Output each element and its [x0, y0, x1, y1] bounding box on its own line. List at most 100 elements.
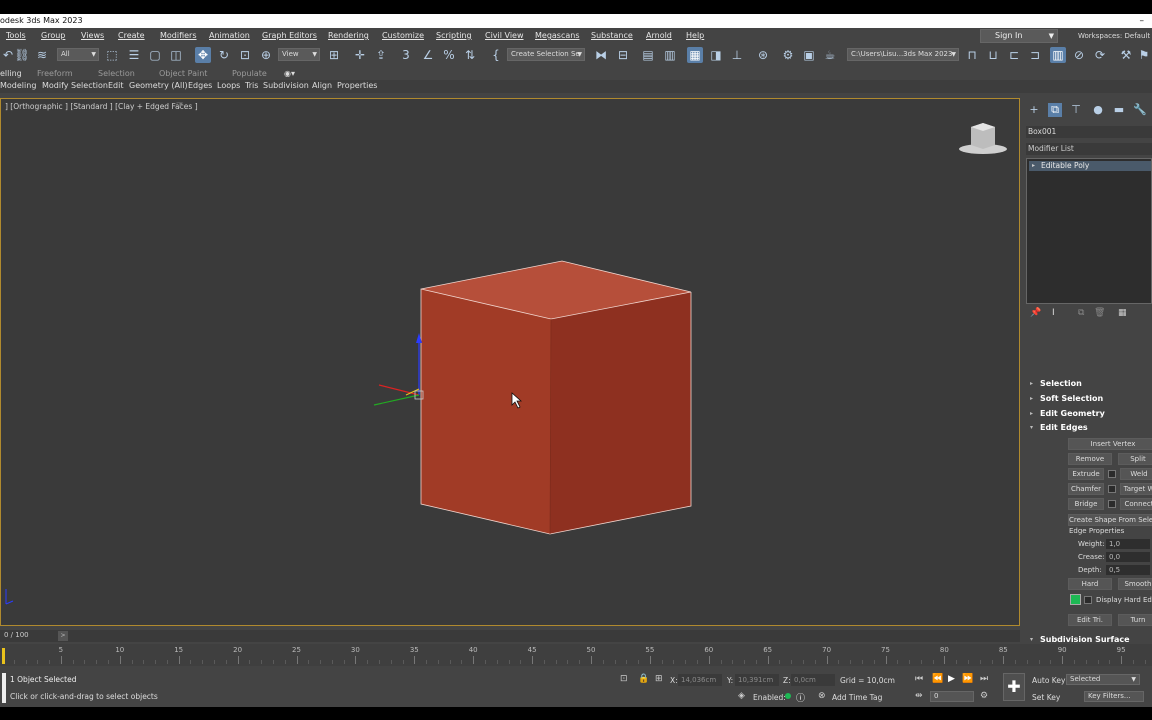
split-button[interactable]: Split — [1118, 453, 1152, 465]
window-crossing-icon[interactable]: ◫ — [168, 47, 184, 63]
refresh-icon[interactable]: ⟳ — [1092, 47, 1108, 63]
hierarchy-tab-icon[interactable]: ⊤ — [1069, 103, 1083, 117]
rollout-edit-edges[interactable]: ▾ Edit Edges — [1028, 422, 1152, 434]
rendered-frame-window-icon[interactable]: ▣ — [801, 47, 817, 63]
y-coordinate-field[interactable]: 10,391cm — [735, 674, 779, 686]
reference-coordinate-dropdown[interactable]: View ▼ — [278, 48, 320, 61]
schematic-view-icon[interactable]: ⊥ — [729, 47, 745, 63]
crease-spinner[interactable]: 0,0 — [1106, 552, 1150, 562]
cube-left-face[interactable] — [421, 289, 551, 534]
absolute-mode-icon[interactable]: ⊞ — [655, 674, 663, 684]
auto-key-button[interactable]: Auto Key — [1032, 676, 1065, 685]
info-icon[interactable]: ⓘ — [796, 691, 805, 704]
previous-frame-icon[interactable]: ⏪ — [932, 674, 943, 684]
toggle-scene-explorer-icon[interactable]: ▤ — [640, 47, 656, 63]
motion-tab-icon[interactable]: ● — [1091, 103, 1105, 117]
ribbon-options-icon[interactable]: ◉▾ — [284, 69, 295, 78]
connect-button[interactable]: Connect — [1120, 498, 1152, 510]
align-icon[interactable]: ⊟ — [615, 47, 631, 63]
rectangular-region-icon[interactable]: ▢ — [147, 47, 163, 63]
select-by-name-icon[interactable]: ☰ — [126, 47, 142, 63]
rollout-edit-geometry[interactable]: ▸ Edit Geometry — [1028, 408, 1152, 420]
menu-graph-editors[interactable]: Graph Editors — [262, 31, 317, 40]
target-weld-button[interactable]: Target W — [1120, 483, 1152, 495]
minimize-button[interactable]: – — [1140, 14, 1145, 28]
display-hard-edges-checkbox[interactable] — [1084, 596, 1092, 604]
ribbon-properties-button[interactable]: Properties — [337, 81, 377, 90]
project-folder-dropdown[interactable]: C:\Users\Lisu...3ds Max 2023 ▼ — [847, 48, 959, 61]
rollout-soft-selection[interactable]: ▸ Soft Selection — [1028, 393, 1152, 405]
select-object-icon[interactable]: ⬚ — [104, 47, 120, 63]
time-tag-icon[interactable]: ⊗ — [818, 691, 826, 701]
current-frame-marker[interactable] — [2, 648, 5, 664]
menu-substance[interactable]: Substance — [591, 31, 633, 40]
show-end-result-icon[interactable]: Ⅰ — [1052, 308, 1055, 318]
chamfer-settings-icon[interactable] — [1108, 485, 1116, 493]
play-icon[interactable]: ▶ — [948, 674, 955, 684]
weld-button[interactable]: Weld — [1120, 468, 1152, 480]
display-tab-icon[interactable]: ▬ — [1112, 103, 1126, 117]
ribbon-edges-button[interactable]: Edges — [188, 81, 212, 90]
stack-item-editable-poly[interactable]: ▸ Editable Poly — [1029, 161, 1151, 171]
isolate-selection-icon[interactable]: ⊡ — [620, 674, 628, 684]
extra-tools-icon[interactable]: ⚑ — [1136, 47, 1152, 63]
modifier-list-dropdown[interactable]: Modifier List — [1026, 143, 1152, 155]
ribbon-modeling-button[interactable]: Modeling — [0, 81, 36, 90]
open-folder-icon[interactable]: ⊓ — [964, 47, 980, 63]
next-frame-icon[interactable]: > — [58, 631, 68, 641]
z-coordinate-field[interactable]: 0,0cm — [791, 674, 835, 686]
remove-button[interactable]: Remove — [1068, 453, 1112, 465]
menu-customize[interactable]: Customize — [382, 31, 424, 40]
menu-arnold[interactable]: Arnold — [646, 31, 672, 40]
menu-help[interactable]: Help — [686, 31, 704, 40]
tab-modeling[interactable]: elling — [0, 69, 22, 78]
pivot-center-icon[interactable]: ⊞ — [326, 47, 342, 63]
scene-canvas[interactable] — [1, 99, 1019, 625]
selection-filter-dropdown[interactable]: All ▼ — [57, 48, 99, 61]
tools-icon[interactable]: ⚒ — [1118, 47, 1134, 63]
configure-sets-icon[interactable]: ▦ — [1118, 308, 1127, 318]
rollout-selection[interactable]: ▸ Selection — [1028, 378, 1152, 390]
current-frame-field[interactable]: 0 — [930, 691, 974, 702]
edit-named-selection-icon[interactable]: { — [488, 47, 504, 63]
link-icon[interactable]: ⛓ — [14, 47, 30, 63]
time-slider[interactable]: 0 / 100 > — [0, 630, 1020, 642]
utilities-tab-icon[interactable]: 🔧 — [1133, 103, 1147, 117]
ribbon-subdivision-button[interactable]: Subdivision — [263, 81, 309, 90]
edit-tri-button[interactable]: Edit Tri. — [1068, 614, 1112, 626]
smooth-button[interactable]: Smooth — [1118, 578, 1152, 590]
extrude-settings-icon[interactable] — [1108, 470, 1116, 478]
ribbon-tris-button[interactable]: Tris — [245, 81, 258, 90]
modify-tab-icon[interactable]: ⧉ — [1048, 103, 1062, 117]
select-manipulate-icon[interactable]: ✛ — [352, 47, 368, 63]
adaptive-degradation-icon[interactable]: ◈ — [738, 691, 745, 701]
ribbon-geometry-button[interactable]: Geometry (All) — [129, 81, 188, 90]
maxscript-listener[interactable] — [2, 673, 6, 703]
goto-end-icon[interactable]: ⏭ — [980, 674, 988, 684]
render-setup-icon[interactable]: ⚙ — [780, 47, 796, 63]
toggle-layer-explorer-icon[interactable]: ▥ — [662, 47, 678, 63]
key-filters-button[interactable]: Key Filters... — [1084, 691, 1144, 702]
select-place-icon[interactable]: ⊕ — [258, 47, 274, 63]
select-move-icon[interactable]: ✥ — [195, 47, 211, 63]
key-set-dropdown[interactable]: Selected ▼ — [1066, 674, 1140, 685]
viewport[interactable]: ] [Orthographic ] [Standard ] [Clay + Ed… — [0, 98, 1020, 626]
menu-megascans[interactable]: Megascans — [535, 31, 580, 40]
compass-icon[interactable]: ⊘ — [1071, 47, 1087, 63]
ribbon-edit-button[interactable]: Edit — [108, 81, 124, 90]
menu-civil-view[interactable]: Civil View — [485, 31, 524, 40]
remove-modifier-icon[interactable]: 🗑 — [1094, 308, 1105, 318]
material-editor-icon[interactable]: ⊛ — [755, 47, 771, 63]
bind-spacewarp-icon[interactable]: ≋ — [34, 47, 50, 63]
ribbon-modify-selection-button[interactable]: Modify Selection — [42, 81, 108, 90]
sign-in-dropdown[interactable]: Sign In ▼ — [980, 29, 1058, 43]
save-icon[interactable]: ⊔ — [985, 47, 1001, 63]
insert-vertex-button[interactable]: Insert Vertex — [1068, 438, 1152, 450]
set-key-mode-button[interactable]: Set Key — [1032, 693, 1060, 702]
move-gizmo[interactable] — [373, 333, 424, 406]
spinner-snap-icon[interactable]: ⇅ — [462, 47, 478, 63]
hard-button[interactable]: Hard — [1068, 578, 1112, 590]
make-unique-icon[interactable]: ⧉ — [1078, 308, 1084, 318]
keyboard-shortcut-icon[interactable]: ⇪ — [373, 47, 389, 63]
viewcube-icon[interactable] — [959, 123, 1007, 154]
